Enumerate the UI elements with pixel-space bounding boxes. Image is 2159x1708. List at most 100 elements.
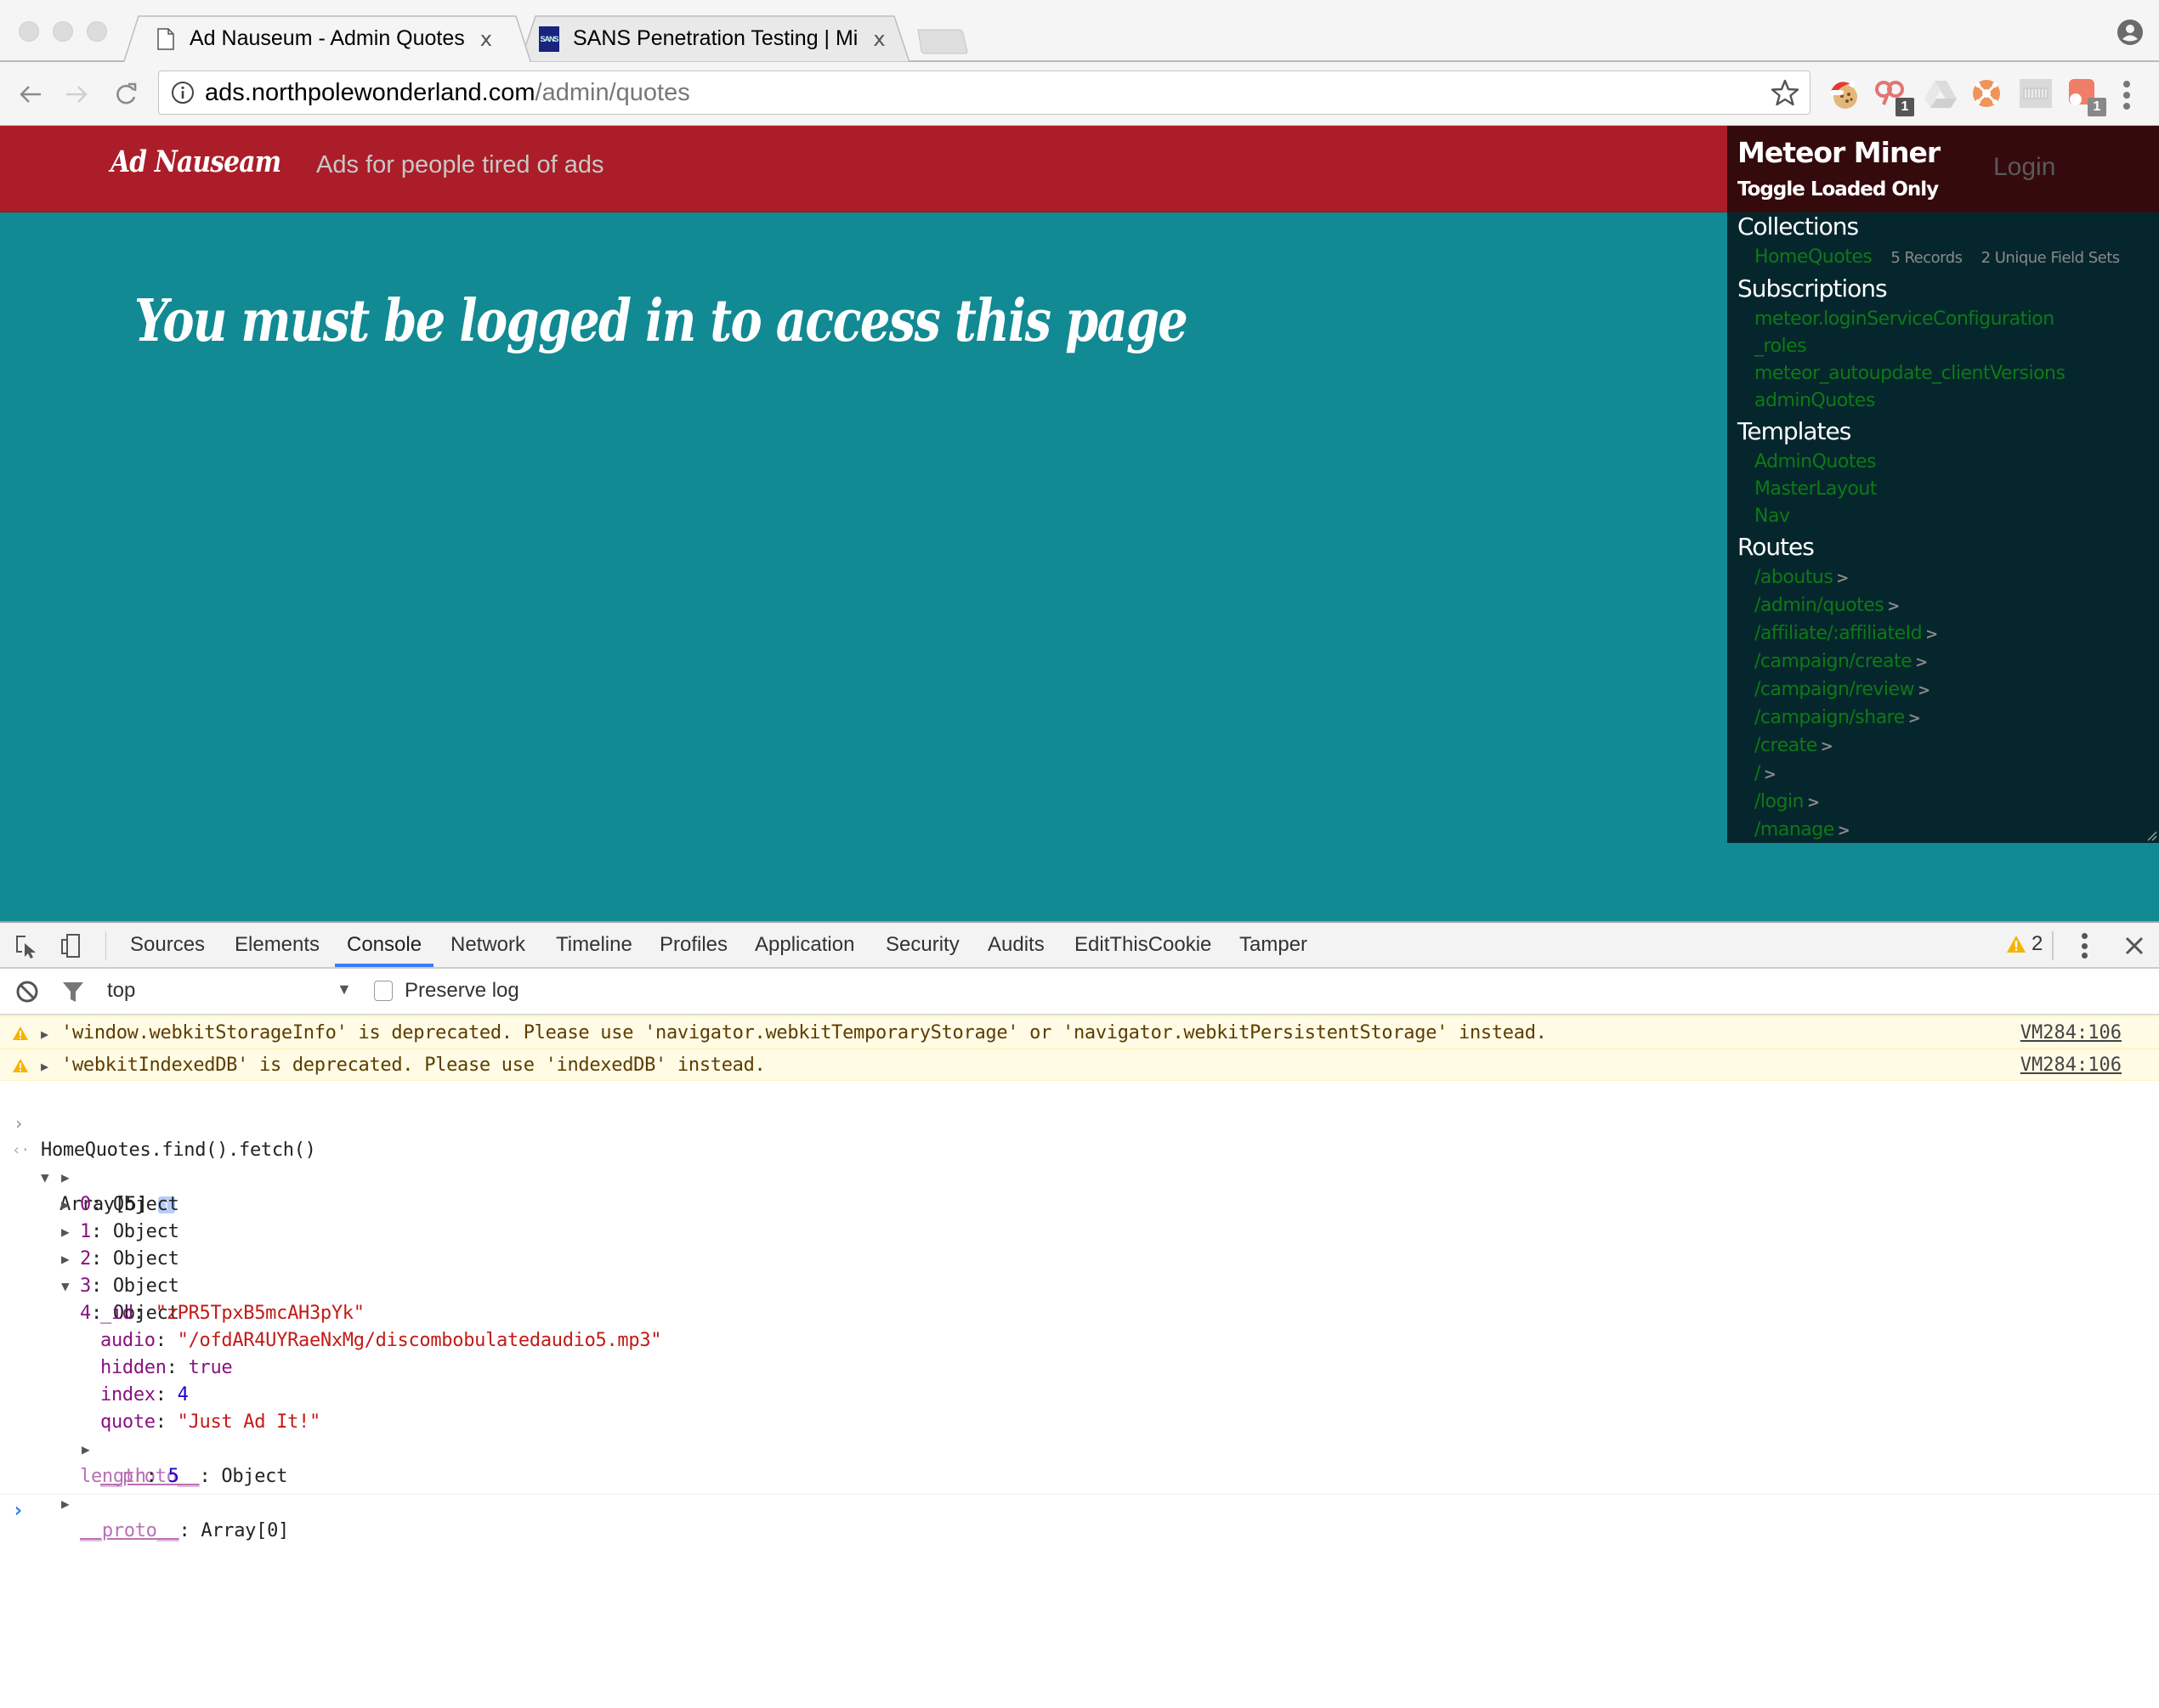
- subscription-item[interactable]: meteor.loginServiceConfiguration: [1737, 306, 2154, 333]
- route-item[interactable]: /affiliate/:affiliateId >: [1737, 620, 2154, 648]
- console-input[interactable]: ›: [0, 1494, 2159, 1532]
- route-expand-arrow[interactable]: >: [1836, 569, 1849, 587]
- route-path[interactable]: /admin/quotes: [1754, 595, 1884, 616]
- route-path[interactable]: /campaign/share: [1754, 707, 1905, 728]
- devtools-tab-application[interactable]: Application: [755, 923, 854, 967]
- login-link[interactable]: Login: [1993, 153, 2055, 182]
- close-icon[interactable]: x: [873, 27, 885, 51]
- subscription-item[interactable]: meteor_autoupdate_clientVersions: [1737, 360, 2154, 387]
- route-item[interactable]: /admin/quotes >: [1737, 592, 2154, 620]
- route-path[interactable]: /aboutus: [1754, 567, 1833, 588]
- preserve-log-checkbox[interactable]: Preserve log: [374, 979, 519, 1003]
- network-extension-icon[interactable]: [1969, 76, 2004, 111]
- route-path[interactable]: /affiliate/:affiliateId: [1754, 623, 1923, 644]
- devtools-tab-timeline[interactable]: Timeline: [556, 923, 632, 967]
- devtools-tab-console[interactable]: Console: [335, 923, 434, 967]
- bookmark-star-icon[interactable]: [1771, 78, 1799, 107]
- route-expand-arrow[interactable]: >: [1807, 794, 1820, 812]
- key-extension-icon[interactable]: 1: [1873, 76, 1914, 116]
- devtools-tab-elements[interactable]: Elements: [235, 923, 320, 967]
- google-drive-icon[interactable]: [1923, 76, 1958, 111]
- profile-icon[interactable]: [2116, 19, 2144, 46]
- route-path[interactable]: /campaign/review: [1754, 679, 1915, 700]
- route-item[interactable]: /manage >: [1737, 817, 2154, 843]
- expand-triangle-icon[interactable]: ▶: [41, 1059, 48, 1074]
- array-item-expanded[interactable]: ▼ 4: Object: [0, 1246, 2159, 1324]
- chrome-menu-button[interactable]: [2118, 81, 2135, 110]
- route-path[interactable]: /manage: [1754, 819, 1834, 840]
- red-extension-icon[interactable]: 1: [2066, 76, 2106, 116]
- site-brand-link[interactable]: Ad Nauseam: [110, 144, 281, 179]
- route-expand-arrow[interactable]: >: [1838, 822, 1850, 840]
- route-item[interactable]: /campaign/review >: [1737, 676, 2154, 704]
- template-item[interactable]: AdminQuotes: [1737, 449, 2154, 476]
- window-zoom-button[interactable]: [87, 21, 107, 42]
- tab-ad-nauseum-admin-quotes[interactable]: Ad Nauseum - Admin Quotes x: [123, 15, 531, 64]
- route-item[interactable]: / >: [1737, 761, 2154, 789]
- route-expand-arrow[interactable]: >: [1915, 653, 1928, 671]
- devtools-tab-tamper[interactable]: Tamper: [1239, 923, 1307, 967]
- devtools-tab-security[interactable]: Security: [886, 923, 960, 967]
- console-warning[interactable]: ▶ 'window.webkitStorageInfo' is deprecat…: [0, 1016, 2159, 1049]
- new-tab-button[interactable]: [916, 28, 969, 55]
- url-text[interactable]: ads.northpolewonderland.com/admin/quotes: [205, 79, 690, 107]
- route-item[interactable]: /aboutus >: [1737, 564, 2154, 592]
- route-path[interactable]: /login: [1754, 791, 1805, 812]
- tamper-chrome-icon[interactable]: [2018, 76, 2054, 111]
- source-link[interactable]: VM284:106: [2020, 1055, 2122, 1076]
- array-item[interactable]: ▶ 2: Object: [0, 1191, 2159, 1270]
- collection-name[interactable]: HomeQuotes: [1754, 246, 1873, 268]
- window-minimize-button[interactable]: [53, 21, 73, 42]
- editthiscookie-icon[interactable]: [1826, 76, 1862, 111]
- info-icon[interactable]: [171, 81, 195, 105]
- route-expand-arrow[interactable]: >: [1821, 738, 1833, 755]
- window-close-button[interactable]: [19, 21, 39, 42]
- devtools-tab-editthiscookie[interactable]: EditThisCookie: [1074, 923, 1211, 967]
- devtools-tab-audits[interactable]: Audits: [988, 923, 1045, 967]
- array-item[interactable]: ▶ 0: Object: [0, 1137, 2159, 1215]
- chevron-down-icon[interactable]: ▼: [337, 981, 352, 998]
- back-button[interactable]: [14, 77, 48, 111]
- route-expand-arrow[interactable]: >: [1925, 625, 1938, 643]
- devtools-menu-button[interactable]: [2079, 933, 2089, 959]
- forward-button[interactable]: [60, 77, 94, 111]
- expand-triangle-icon[interactable]: ▶: [41, 1026, 48, 1042]
- route-expand-arrow[interactable]: >: [1918, 682, 1930, 699]
- route-path[interactable]: /create: [1754, 735, 1817, 756]
- devtools-tab-profiles[interactable]: Profiles: [660, 923, 728, 967]
- console-warning[interactable]: ▶ 'webkitIndexedDB' is deprecated. Pleas…: [0, 1049, 2159, 1081]
- source-link[interactable]: VM284:106: [2020, 1022, 2122, 1043]
- filter-icon[interactable]: [61, 980, 85, 1004]
- route-path[interactable]: /: [1754, 763, 1760, 784]
- route-expand-arrow[interactable]: >: [1887, 597, 1900, 615]
- array-proto[interactable]: ▶ __proto__: Array[0]: [0, 1463, 2159, 1541]
- collection-item[interactable]: HomeQuotes 5 Records 2 Unique Field Sets: [1737, 244, 2154, 272]
- route-expand-arrow[interactable]: >: [1764, 766, 1776, 783]
- devtools-tab-sources[interactable]: Sources: [130, 923, 205, 967]
- tab-sans-penetration-testing[interactable]: SANS SANS Penetration Testing | Mi x: [520, 15, 911, 62]
- devtools-tab-network[interactable]: Network: [450, 923, 525, 967]
- route-item[interactable]: /campaign/share >: [1737, 704, 2154, 732]
- template-item[interactable]: Nav: [1737, 503, 2154, 530]
- subscription-item[interactable]: adminQuotes: [1737, 387, 2154, 415]
- console-result-array[interactable]: ‹· ▼ Array[5] i: [0, 1110, 2159, 1215]
- array-item[interactable]: ▶ 3: Object: [0, 1219, 2159, 1297]
- device-toolbar-icon[interactable]: [60, 933, 85, 959]
- resize-grip-icon[interactable]: [2145, 829, 2157, 841]
- template-item[interactable]: MasterLayout: [1737, 476, 2154, 503]
- address-bar[interactable]: ads.northpolewonderland.com/admin/quotes: [158, 71, 1810, 115]
- close-devtools-icon[interactable]: [2122, 933, 2147, 959]
- array-item[interactable]: ▶ 1: Object: [0, 1164, 2159, 1242]
- clear-console-icon[interactable]: [15, 980, 39, 1004]
- toggle-loaded-only-button[interactable]: Toggle Loaded Only: [1737, 178, 1939, 201]
- route-item[interactable]: /create >: [1737, 732, 2154, 761]
- object-proto[interactable]: ▶ __proto__: Object: [0, 1409, 2159, 1487]
- checkbox[interactable]: [374, 981, 393, 1001]
- route-expand-arrow[interactable]: >: [1908, 710, 1921, 727]
- subscription-item[interactable]: _roles: [1737, 333, 2154, 360]
- warning-counter[interactable]: 2: [2006, 932, 2043, 956]
- route-item[interactable]: /login >: [1737, 789, 2154, 817]
- route-item[interactable]: /campaign/create >: [1737, 648, 2154, 676]
- close-icon[interactable]: x: [480, 27, 492, 51]
- reload-button[interactable]: [109, 77, 143, 111]
